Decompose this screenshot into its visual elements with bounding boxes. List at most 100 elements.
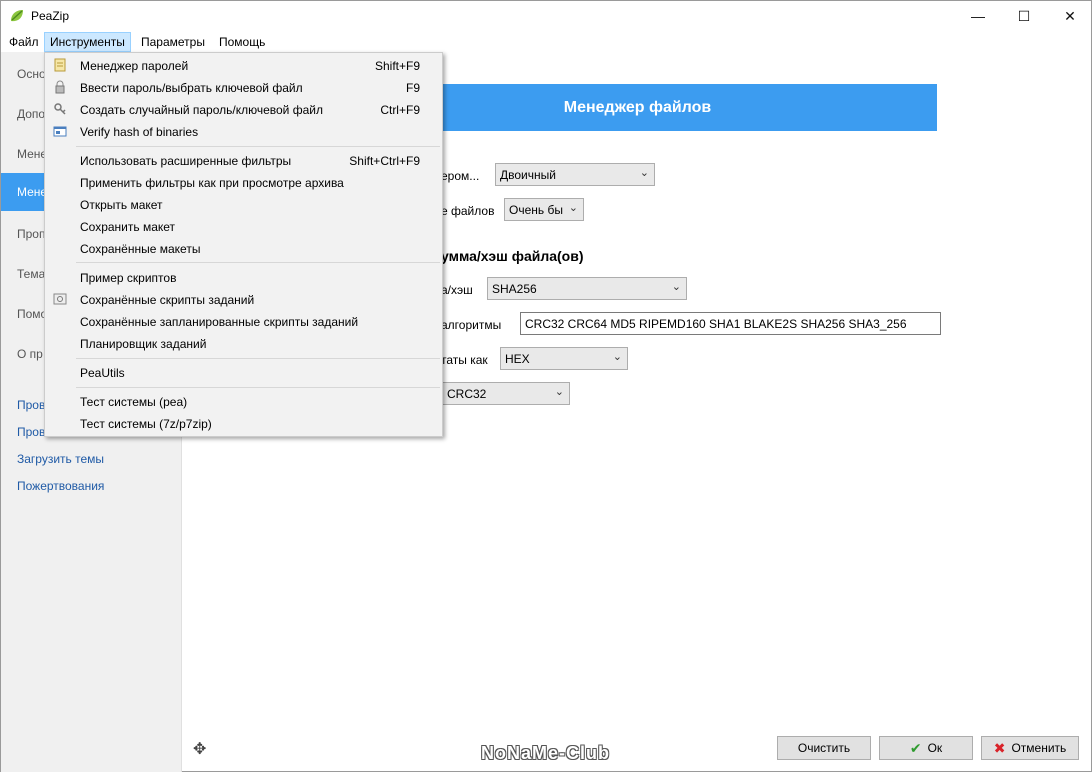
- sidebar-link-download-themes[interactable]: Загрузить темы: [17, 452, 104, 466]
- menu-item-random-password[interactable]: Создать случайный пароль/ключевой файл C…: [45, 98, 442, 120]
- close-button[interactable]: ✕: [1047, 1, 1092, 31]
- sidebar-link-donate[interactable]: Пожертвования: [17, 479, 104, 493]
- menu-item-advanced-filters[interactable]: Использовать расширенные фильтры Shift+C…: [45, 149, 442, 171]
- menu-item-label: Сохранить макет: [80, 220, 176, 234]
- menu-help[interactable]: Помощь: [213, 32, 271, 52]
- chevron-down-icon: ⌄: [671, 281, 681, 293]
- lock-icon: [55, 80, 65, 94]
- check-icon: ✔: [909, 739, 922, 756]
- chevron-down-icon: ⌄: [568, 202, 578, 214]
- sidebar-item-help[interactable]: Помо: [17, 307, 47, 321]
- menu-item-label: Планировщик заданий: [80, 337, 207, 351]
- clear-button[interactable]: Очистить: [777, 736, 871, 760]
- menu-bar: Файл Инструменты Параметры Помощь: [1, 32, 1091, 52]
- sidebar-item-archive-manager[interactable]: Мене: [17, 147, 47, 161]
- menu-item-label: Применить фильтры как при просмотре архи…: [80, 176, 344, 190]
- cancel-button[interactable]: ✖ Отменить: [981, 736, 1079, 760]
- menu-item-label: Ввести пароль/выбрать ключевой файл: [80, 81, 303, 95]
- chevron-down-icon: ⌄: [612, 351, 622, 363]
- menu-item-label: Менеджер паролей: [80, 59, 189, 73]
- watermark: NoNaMe-Club: [481, 743, 610, 763]
- sidebar-item-advanced[interactable]: Допо: [17, 107, 45, 121]
- app-window: PeaZip — ☐ ✕ Файл Инструменты Параметры …: [0, 0, 1092, 772]
- menu-item-system-test-pea[interactable]: Тест системы (pea): [45, 390, 442, 412]
- hash-algorithm-label: а/хэш: [441, 283, 473, 297]
- menu-item-label: Verify hash of binaries: [80, 125, 199, 139]
- menu-item-label: Тест системы (pea): [80, 395, 188, 409]
- sidebar-link-check-1[interactable]: Пров: [17, 398, 45, 412]
- hash-algorithm-select[interactable]: SHA256 ⌄: [487, 277, 687, 300]
- size-unit-value: Двоичный: [500, 168, 556, 182]
- file-speed-label: е файлов: [441, 204, 495, 218]
- menu-item-open-layout[interactable]: Открыть макет: [45, 193, 442, 215]
- menu-item-label: Тест системы (7z/p7zip): [80, 417, 212, 431]
- move-icon[interactable]: ✥: [193, 739, 206, 759]
- sidebar-link-check-2[interactable]: Пров: [17, 425, 45, 439]
- menu-item-label: Пример скриптов: [80, 271, 177, 285]
- menu-item-label: Сохранённые запланированные скрипты зада…: [80, 315, 359, 329]
- chevron-down-icon: ⌄: [639, 167, 649, 179]
- password-manager-icon: [54, 58, 66, 72]
- minimize-button[interactable]: —: [955, 1, 1001, 31]
- menu-item-verify-hash[interactable]: Verify hash of binaries: [45, 120, 442, 142]
- window-title: PeaZip: [31, 9, 70, 23]
- menu-item-shortcut: Ctrl+F9: [380, 103, 420, 117]
- sidebar-item-theme[interactable]: Тема: [17, 267, 45, 281]
- menu-separator: [76, 387, 440, 388]
- banner-title: Менеджер файлов: [563, 98, 712, 116]
- hash-algorithm-value: SHA256: [492, 282, 537, 296]
- menu-item-save-layout[interactable]: Сохранить макет: [45, 215, 442, 237]
- verify-hash-icon: [53, 126, 67, 137]
- quick-hash-select[interactable]: CRC32 ⌄: [442, 382, 570, 405]
- menu-item-label: PeaUtils: [80, 366, 125, 380]
- peazip-logo-icon: [11, 10, 23, 22]
- menu-item-shortcut: Shift+F9: [374, 59, 420, 73]
- menu-file[interactable]: Файл: [3, 32, 45, 52]
- menu-item-label: Использовать расширенные фильтры: [80, 154, 292, 168]
- file-speed-select[interactable]: Очень бы ⌄: [504, 198, 584, 221]
- menu-item-saved-layouts[interactable]: Сохранённые макеты: [45, 237, 442, 259]
- clear-button-label: Очистить: [797, 741, 851, 755]
- cancel-icon: ✖: [993, 739, 1006, 756]
- cancel-button-label: Отменить: [1011, 741, 1067, 755]
- menu-tools[interactable]: Инструменты: [44, 32, 131, 52]
- menu-item-system-test-7z[interactable]: Тест системы (7z/p7zip): [45, 412, 442, 434]
- menu-separator: [76, 358, 440, 359]
- results-format-select[interactable]: HEX ⌄: [500, 347, 628, 370]
- sidebar-item-general[interactable]: Осно: [17, 67, 46, 81]
- menu-item-scheduled-scripts[interactable]: Сохранённые запланированные скрипты зада…: [45, 310, 442, 332]
- results-format-value: HEX: [505, 352, 530, 366]
- key-generate-icon: [54, 103, 66, 115]
- quick-hash-value: CRC32: [447, 387, 487, 401]
- size-unit-select[interactable]: Двоичный ⌄: [495, 163, 655, 186]
- sidebar-item-programs[interactable]: Проп: [17, 227, 45, 241]
- menu-item-script-examples[interactable]: Пример скриптов: [45, 266, 442, 288]
- file-speed-value: Очень бы: [509, 203, 563, 217]
- menu-item-saved-scripts[interactable]: Сохранённые скрипты заданий: [45, 288, 442, 310]
- size-unit-label: ером...: [441, 169, 480, 183]
- chevron-down-icon: ⌄: [554, 386, 564, 398]
- results-format-label: таты как: [441, 353, 488, 367]
- menu-item-enter-password[interactable]: Ввести пароль/выбрать ключевой файл F9: [45, 76, 442, 98]
- menu-item-label: Создать случайный пароль/ключевой файл: [80, 103, 323, 117]
- title-bar: PeaZip — ☐ ✕: [1, 1, 1091, 31]
- menu-item-label: Сохранённые скрипты заданий: [80, 293, 255, 307]
- scripts-icon: [53, 293, 67, 305]
- menu-item-peautils[interactable]: PeaUtils: [45, 361, 442, 383]
- menu-item-label: Открыть макет: [80, 198, 163, 212]
- menu-item-label: Сохранённые макеты: [80, 242, 201, 256]
- menu-separator: [76, 262, 440, 263]
- menu-item-shortcut: F9: [405, 81, 420, 95]
- menu-item-password-manager[interactable]: Менеджер паролей Shift+F9: [45, 54, 442, 76]
- menu-item-shortcut: Shift+Ctrl+F9: [349, 154, 420, 168]
- menu-item-task-scheduler[interactable]: Планировщик заданий: [45, 332, 442, 354]
- algorithms-input[interactable]: CRC32 CRC64 MD5 RIPEMD160 SHA1 BLAKE2S S…: [520, 312, 941, 335]
- ok-button[interactable]: ✔ Ок: [879, 736, 973, 760]
- sidebar-item-about[interactable]: О пр: [17, 347, 43, 361]
- ok-button-label: Ок: [927, 741, 943, 755]
- menu-settings[interactable]: Параметры: [135, 32, 211, 52]
- algorithms-label: алгоритмы: [441, 318, 502, 332]
- menu-separator: [76, 146, 440, 147]
- menu-item-apply-filters[interactable]: Применить фильтры как при просмотре архи…: [45, 171, 442, 193]
- maximize-button[interactable]: ☐: [1001, 1, 1047, 31]
